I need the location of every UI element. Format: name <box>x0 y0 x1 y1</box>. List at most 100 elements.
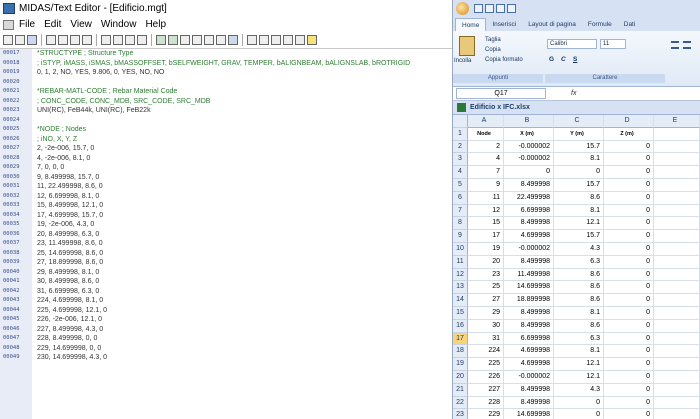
cell[interactable]: 8.1 <box>554 345 604 359</box>
cell[interactable]: 14.699998 <box>504 409 554 419</box>
cell[interactable]: X (m) <box>504 127 554 141</box>
cell[interactable]: 4.699998 <box>504 358 554 371</box>
cell[interactable]: 0 <box>554 166 604 179</box>
cell[interactable]: 8.499998 <box>504 255 554 269</box>
row-header[interactable]: 4 <box>453 166 468 179</box>
cell[interactable]: Z (m) <box>604 127 654 141</box>
cell[interactable]: 0 <box>604 140 654 154</box>
cell[interactable] <box>654 178 700 192</box>
align-center-icon[interactable] <box>683 41 691 49</box>
cell[interactable] <box>654 306 700 320</box>
copy-icon[interactable] <box>58 35 68 45</box>
cell[interactable] <box>654 204 700 218</box>
redo-icon[interactable] <box>137 35 147 45</box>
paste-icon[interactable] <box>70 35 80 45</box>
cell[interactable]: 29 <box>468 306 504 320</box>
cell[interactable]: 12 <box>468 204 504 218</box>
cell[interactable]: 31 <box>468 332 504 346</box>
cell[interactable]: 15.7 <box>554 178 604 192</box>
cell[interactable] <box>654 140 700 154</box>
code-line[interactable]: 23, 11.499998, 8.6, 0 <box>37 239 452 249</box>
cell[interactable]: 8.6 <box>554 268 604 282</box>
code-line[interactable]: 224, 4.699998, 8.1, 0 <box>37 296 452 306</box>
cell[interactable]: 8.1 <box>554 306 604 320</box>
row-header[interactable]: 23 <box>453 409 468 419</box>
tab-dati[interactable]: Dati <box>618 18 642 31</box>
redo-icon[interactable] <box>496 3 505 13</box>
help-icon[interactable] <box>307 35 317 45</box>
cell[interactable]: 20 <box>468 255 504 269</box>
find-next-icon[interactable] <box>113 35 123 45</box>
window-arrange-icon[interactable] <box>271 35 281 45</box>
spreadsheet-grid[interactable]: A B C D E 1 Node X (m) Y (m) Z (m) 2 2 -0.000002 15.7… <box>453 115 700 419</box>
row-header[interactable]: 6 <box>453 191 468 205</box>
menu-help[interactable]: Help <box>145 19 166 30</box>
cell[interactable]: 8.499998 <box>504 319 554 333</box>
cell[interactable]: 0 <box>604 166 654 179</box>
cell[interactable]: 6.3 <box>554 255 604 269</box>
cell[interactable]: 8.6 <box>554 191 604 205</box>
cell[interactable]: 0 <box>604 358 654 371</box>
cell[interactable]: 11.499998 <box>504 268 554 282</box>
row-header[interactable]: 22 <box>453 396 468 410</box>
code-line[interactable]: 29, 8.499998, 8.1, 0 <box>37 268 452 278</box>
code-line[interactable]: 0, 1, 2, NO, YES, 9.806, 0, YES, NO, NO <box>37 68 452 78</box>
cell[interactable]: 8.6 <box>554 294 604 307</box>
cell[interactable]: 27 <box>468 294 504 307</box>
underline-button[interactable]: S <box>573 56 577 63</box>
cell[interactable] <box>654 166 700 179</box>
format-painter-button[interactable]: Copia formato <box>485 57 523 63</box>
cell[interactable] <box>654 217 700 231</box>
cell[interactable]: 8.499998 <box>504 396 554 410</box>
find-icon[interactable] <box>101 35 111 45</box>
row-header[interactable]: 15 <box>453 306 468 320</box>
cell[interactable]: 4.3 <box>554 242 604 256</box>
cell[interactable]: 225 <box>468 358 504 371</box>
code-line[interactable]: 228, 8.499998, 0, 0 <box>37 334 452 344</box>
cell[interactable] <box>654 294 700 307</box>
cell[interactable]: 229 <box>468 409 504 419</box>
code-line[interactable]: *STRUCTYPE ; Structure Type <box>37 49 452 59</box>
code-line[interactable]: 12, 6.699998, 8.1, 0 <box>37 192 452 202</box>
cell[interactable]: -0.000002 <box>504 140 554 154</box>
row-header[interactable]: 21 <box>453 383 468 397</box>
code-line[interactable]: *NODE ; Nodes <box>37 125 452 135</box>
cell[interactable]: 19 <box>468 242 504 256</box>
cell[interactable]: 8.6 <box>554 319 604 333</box>
cell[interactable]: 4.699998 <box>504 230 554 243</box>
name-box[interactable]: Q17 <box>456 88 546 99</box>
cell[interactable] <box>654 230 700 243</box>
check-icon[interactable] <box>168 35 178 45</box>
cell[interactable]: 0 <box>604 242 654 256</box>
cell[interactable]: 0 <box>604 396 654 410</box>
cell[interactable] <box>654 268 700 282</box>
cell[interactable]: 7 <box>468 166 504 179</box>
code-line[interactable]: 225, 4.699998, 12.1, 0 <box>37 306 452 316</box>
office-button-icon[interactable] <box>456 1 469 15</box>
code-line[interactable] <box>37 78 452 88</box>
cell[interactable] <box>654 332 700 346</box>
font-size-select[interactable]: 11 <box>600 39 626 49</box>
open-file-icon[interactable] <box>15 35 25 45</box>
code-line[interactable]: 11, 22.499998, 8.6, 0 <box>37 182 452 192</box>
cell[interactable] <box>654 396 700 410</box>
cell[interactable]: 8.6 <box>554 281 604 295</box>
menu-view[interactable]: View <box>70 19 92 30</box>
code-line[interactable]: 226, -2e-006, 12.1, 0 <box>37 315 452 325</box>
run-icon[interactable] <box>156 35 166 45</box>
code-line[interactable]: 227, 8.499998, 4.3, 0 <box>37 325 452 335</box>
cell[interactable]: 6.699998 <box>504 332 554 346</box>
cell[interactable]: 8.1 <box>554 153 604 167</box>
cell[interactable]: 227 <box>468 383 504 397</box>
cell[interactable]: 12.1 <box>554 358 604 371</box>
cell[interactable]: 4 <box>468 153 504 167</box>
cell[interactable]: 0 <box>604 178 654 192</box>
font-size-up-icon[interactable] <box>204 35 214 45</box>
code-line[interactable]: 229, 14.699998, 0, 0 <box>37 344 452 354</box>
row-header[interactable]: 2 <box>453 140 468 154</box>
code-line[interactable]: 31, 6.699998, 6.3, 0 <box>37 287 452 297</box>
cell[interactable]: 8.1 <box>554 204 604 218</box>
cell[interactable]: Y (m) <box>554 127 604 141</box>
print-icon[interactable] <box>82 35 92 45</box>
cell[interactable]: 0 <box>604 345 654 359</box>
